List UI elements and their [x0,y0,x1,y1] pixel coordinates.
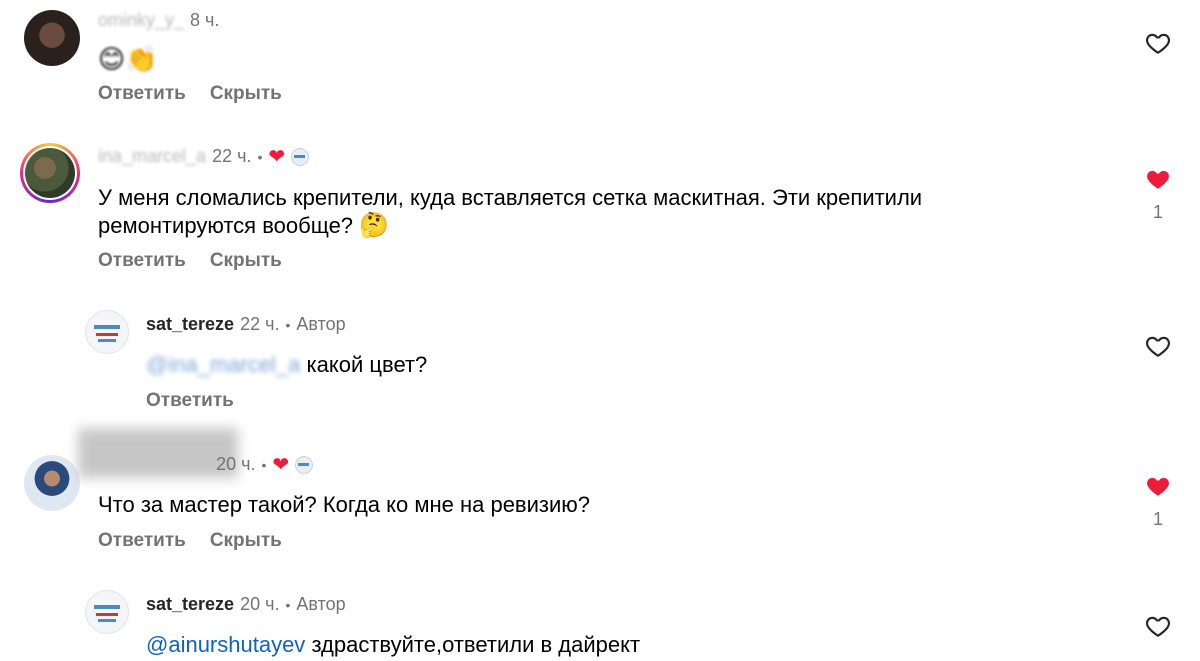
like-count: 1 [1152,509,1163,529]
timestamp: 22 ч. [240,314,280,334]
like-count: 1 [1152,202,1163,222]
timestamp: 8 ч. [190,10,220,30]
timestamp: 20 ч. [240,594,280,614]
comment-line-2: ремонтируются вообще? [98,213,354,238]
heart-outline-icon[interactable] [1145,333,1171,359]
avatar[interactable] [24,10,80,66]
reply-button[interactable]: Ответить [98,83,186,105]
creator-liked-heart-icon: ❤ [268,145,286,168]
comment-text: Что за мастер такой? Когда ко мне на рев… [98,492,591,517]
mention-link[interactable]: @ina_marcel_a [146,352,300,377]
heart-filled-icon[interactable] [1145,166,1171,192]
username[interactable]: ominky_y_ [98,10,184,31]
hide-button[interactable]: Скрыть [210,250,282,272]
username[interactable]: sat_tereze [146,314,234,335]
heart-outline-icon[interactable] [1145,613,1171,639]
comment-text: здраствуйте,ответили в дайрект [311,632,641,657]
comment-text: 😊👏 [98,44,158,74]
hide-button[interactable]: Скрыть [210,83,282,105]
hide-button[interactable]: Скрыть [210,530,282,552]
author-avatar[interactable] [85,310,129,354]
timestamp: 20 ч. [216,454,256,474]
separator: • [257,148,263,165]
reply-button[interactable]: Ответить [146,390,234,412]
avatar[interactable] [24,455,80,511]
comment-text: У меня сломались крепители, куда вставля… [98,184,1098,240]
reply-button[interactable]: Ответить [98,530,186,552]
username[interactable]: sat_tereze [146,594,234,615]
comment-line-1: У меня сломались крепители, куда вставля… [98,185,923,210]
author-avatar[interactable] [85,590,129,634]
username[interactable]: ina_marcel_a [98,146,206,167]
creator-liked-heart-icon: ❤ [272,453,290,476]
story-avatar[interactable] [20,143,80,203]
timestamp: 22 ч. [212,146,252,166]
comment-text: какой цвет? [306,352,428,377]
separator: • [285,596,291,613]
creator-avatar-icon [295,455,314,474]
thinking-emoji: 🤔 [359,212,390,239]
creator-avatar-icon [291,147,310,166]
separator: • [285,316,291,333]
heart-outline-icon[interactable] [1145,30,1171,56]
author-badge: Автор [296,594,346,614]
separator: • [261,456,267,473]
reply-button[interactable]: Ответить [98,250,186,272]
heart-filled-icon[interactable] [1145,473,1171,499]
author-badge: Автор [296,314,346,334]
mention-link[interactable]: @ainurshutayev [146,632,305,657]
